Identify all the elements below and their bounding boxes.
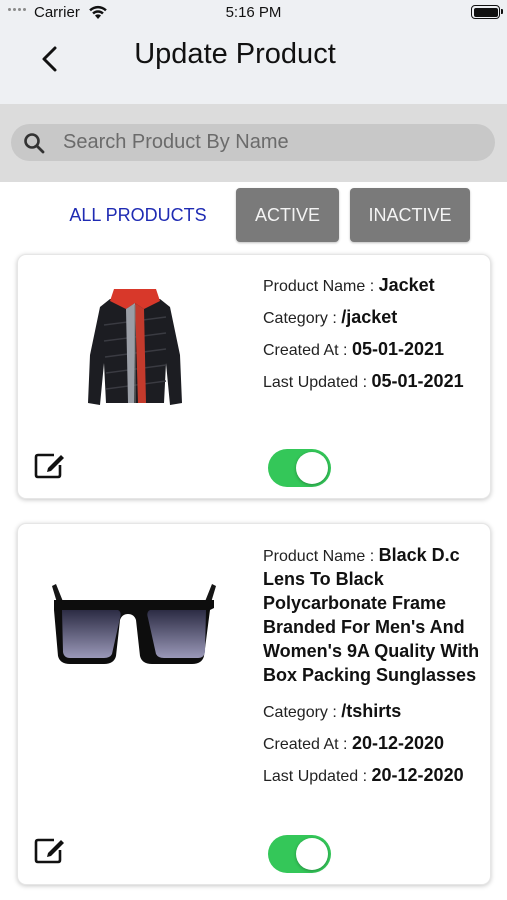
last-updated-label: Last Updated : [263,374,372,391]
created-at-row: Created At : 20-12-2020 [263,733,489,754]
last-updated-row: Last Updated : 05-01-2021 [263,371,489,392]
category-value: /jacket [341,307,398,327]
created-at-value: 20-12-2020 [351,733,445,753]
active-toggle[interactable] [268,835,331,873]
product-card: Product Name : Jacket Category : /jacket… [17,254,491,499]
category-value: /tshirts [341,701,402,721]
category-row: Category : /jacket [263,307,489,328]
last-updated-row: Last Updated : 20-12-2020 [263,765,489,786]
tab-inactive[interactable]: INACTIVE [350,188,470,242]
status-time: 5:16 PM [225,4,282,21]
product-name-label: Product Name : [263,548,379,565]
last-updated-label: Last Updated : [263,768,372,785]
tab-all-products[interactable]: ALL PRODUCTS [60,198,216,232]
created-at-value: 05-01-2021 [351,339,445,359]
search-input[interactable] [63,126,483,159]
search-icon [24,133,45,154]
last-updated-value: 20-12-2020 [371,765,464,785]
product-info: Product Name : Jacket Category : /jacket… [263,275,489,392]
created-at-label: Created At : [263,736,352,753]
search-box [11,124,495,161]
category-row: Category : /tshirts [263,701,489,722]
product-name-row: Product Name : Jacket [263,275,489,296]
product-info: Product Name : Black D.c Lens To Black P… [263,544,489,786]
top-bar: Carrier 5:16 PM Update Product [0,0,507,104]
status-bar: Carrier 5:16 PM [0,0,507,26]
toggle-knob [296,452,328,484]
category-label: Category : [263,704,342,721]
product-name-value: Jacket [378,275,435,295]
created-at-row: Created At : 05-01-2021 [263,339,489,360]
page-title: Update Product [134,38,336,70]
last-updated-value: 05-01-2021 [371,371,464,391]
battery-icon [471,5,503,19]
tab-active[interactable]: ACTIVE [236,188,339,242]
created-at-label: Created At : [263,342,352,359]
update-product-screen: Carrier 5:16 PM Update Product ALL [0,0,507,900]
edit-icon[interactable] [34,836,66,864]
product-card: Product Name : Black D.c Lens To Black P… [17,523,491,885]
active-toggle[interactable] [268,449,331,487]
toggle-knob [296,838,328,870]
search-bar [0,104,507,182]
edit-icon[interactable] [34,451,66,479]
jacket-image [88,289,182,405]
sunglasses-image [52,584,216,664]
product-name-value: Black D.c Lens To Black Polycarbonate Fr… [263,545,480,685]
product-name-label: Product Name : [263,278,379,295]
product-name-row: Product Name : Black D.c Lens To Black P… [263,544,489,688]
category-label: Category : [263,310,342,327]
